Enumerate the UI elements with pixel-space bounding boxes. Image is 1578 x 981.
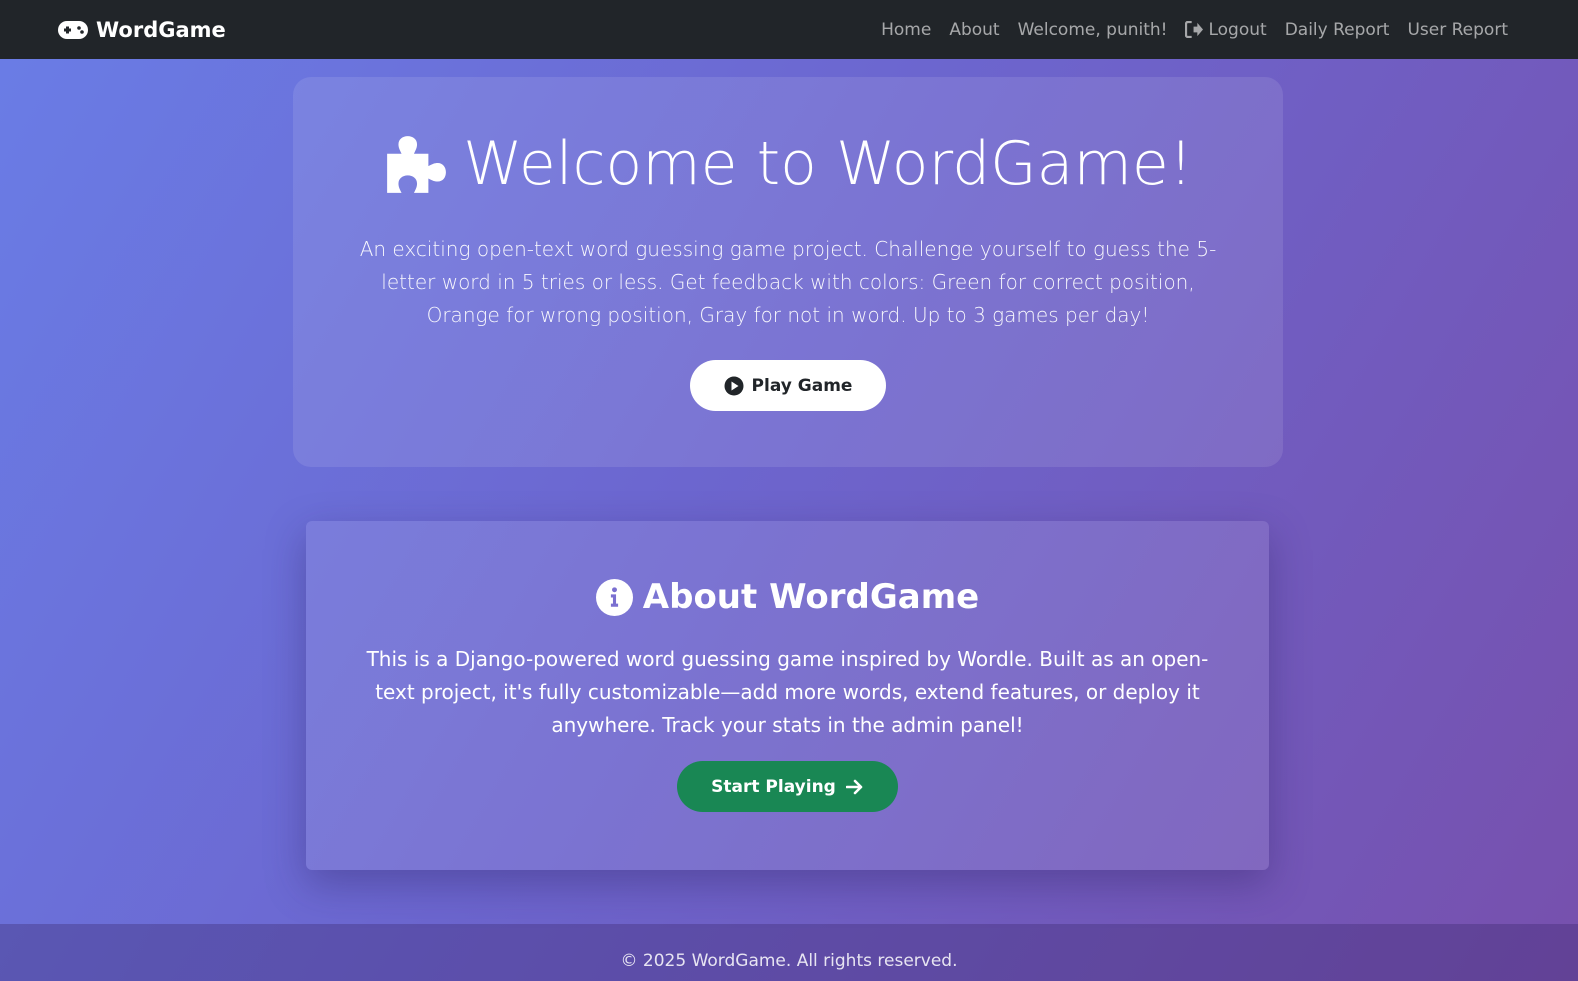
- puzzle-piece-icon: [387, 136, 447, 193]
- logout-icon: [1185, 21, 1204, 38]
- nav-home-link[interactable]: Home: [881, 20, 931, 40]
- arrow-right-icon: [845, 779, 863, 794]
- start-playing-label: Start Playing: [711, 776, 836, 797]
- hero-card: Welcome to WordGame! An exciting open-te…: [293, 77, 1283, 467]
- hero-description: An exciting open-text word guessing game…: [359, 237, 1217, 327]
- about-card: About WordGame This is a Django-powered …: [306, 521, 1269, 870]
- nav-logout-link[interactable]: Logout: [1185, 19, 1267, 40]
- brand-name: WordGame: [96, 17, 226, 42]
- hero-title: Welcome to WordGame!: [293, 129, 1283, 199]
- gamepad-icon: [58, 20, 88, 39]
- navbar: WordGame Home About Welcome, punith! Log…: [0, 0, 1578, 59]
- brand-link[interactable]: WordGame: [58, 18, 226, 42]
- start-playing-button[interactable]: Start Playing: [677, 761, 898, 812]
- about-title: About WordGame: [306, 577, 1269, 617]
- nav-about-link[interactable]: About: [949, 20, 999, 40]
- nav-links: Home About Welcome, punith! Logout Daily…: [881, 20, 1508, 40]
- footer: © 2025 WordGame. All rights reserved.: [0, 924, 1578, 981]
- nav-daily-report-link[interactable]: Daily Report: [1285, 20, 1390, 40]
- about-title-text: About WordGame: [642, 577, 980, 617]
- info-circle-icon: [595, 578, 633, 616]
- hero-title-text: Welcome to WordGame!: [463, 129, 1193, 199]
- welcome-text: Welcome, punith!: [1017, 19, 1168, 40]
- logout-label: Logout: [1208, 19, 1267, 40]
- play-game-label: Play Game: [751, 375, 853, 396]
- nav-user-report-link[interactable]: User Report: [1407, 20, 1508, 40]
- footer-copyright: © 2025 WordGame. All rights reserved.: [620, 950, 958, 971]
- about-description: This is a Django-powered word guessing g…: [366, 647, 1209, 737]
- play-game-button[interactable]: Play Game: [689, 360, 887, 411]
- play-circle-icon: [724, 376, 744, 395]
